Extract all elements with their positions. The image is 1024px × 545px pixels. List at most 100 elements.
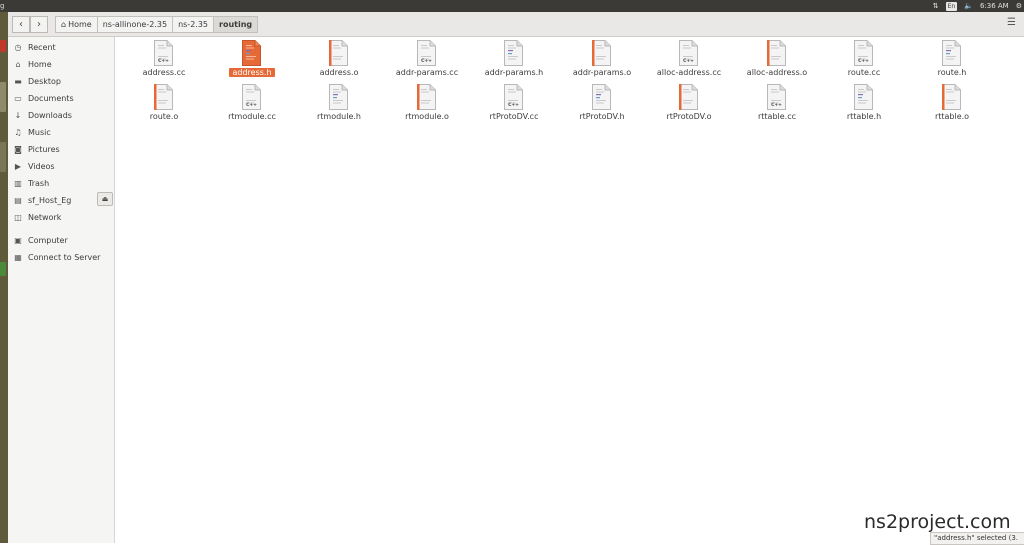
object-file-icon [767,40,786,66]
file-name: addr-params.h [470,68,558,78]
drive-icon: ▤ [14,195,22,205]
file-item[interactable]: addr-params.h [470,40,558,84]
file-name: route.o [120,112,208,122]
file-item[interactable]: C++ address.cc [120,40,208,84]
breadcrumb: ⌂ Home ns-allinone-2.35 ns-2.35 routing [55,16,259,33]
sidebar-item-videos[interactable]: ▶ Videos [8,158,114,174]
file-item[interactable]: rtmodule.o [383,84,471,128]
file-name: rtmodule.cc [208,112,296,122]
file-name-text: rttable.o [934,112,970,121]
back-button[interactable]: ‹ [12,16,30,33]
sidebar-item-desktop[interactable]: ▬ Desktop [8,73,114,89]
sidebar-item-downloads[interactable]: ↓ Downloads [8,107,114,123]
launcher-app-icon[interactable] [0,82,6,112]
object-file-icon [942,84,961,110]
breadcrumb-ns-2-35[interactable]: ns-2.35 [172,16,214,33]
computer-icon: ▣ [14,235,22,245]
header-bar: ‹ › ⌂ Home ns-allinone-2.35 ns-2.35 routi… [8,12,1024,37]
file-item[interactable]: C++ rtProtoDV.cc [470,84,558,128]
file-name-text: alloc-address.o [746,68,808,77]
file-name: rttable.h [820,112,908,122]
breadcrumb-ns-allinone[interactable]: ns-allinone-2.35 [96,16,174,33]
file-name-text: rtmodule.cc [228,112,276,121]
launcher-app-icon[interactable] [0,262,6,276]
sidebar-item-connect-to-server[interactable]: ▦ Connect to Server [8,249,114,265]
eject-button[interactable]: ⏏ [97,192,113,206]
hamburger-menu-icon[interactable]: ☰ [1007,18,1016,28]
file-item[interactable]: C++ addr-params.cc [383,40,471,84]
svg-text:C++: C++ [858,58,869,64]
file-item[interactable]: rttable.h [820,84,908,128]
file-item[interactable]: route.h [908,40,996,84]
sidebar-item-label: Recent [28,42,56,52]
svg-text:C++: C++ [246,102,257,108]
sidebar-item-trash[interactable]: ▥ Trash [8,175,114,191]
sidebar-item-documents[interactable]: ▭ Documents [8,90,114,106]
file-item[interactable]: addr-params.o [558,40,646,84]
settings-gear-icon[interactable]: ⚙ [1016,2,1022,10]
forward-button[interactable]: › [30,16,48,33]
input-language-indicator[interactable]: En [945,1,958,11]
sidebar-item-network[interactable]: ◫ Network [8,209,114,225]
file-item[interactable]: address.o [295,40,383,84]
breadcrumb-home[interactable]: ⌂ Home [55,16,98,33]
header-file-icon [242,40,261,66]
breadcrumb-routing[interactable]: routing [213,16,259,33]
file-name: route.cc [820,68,908,78]
sidebar-item-music[interactable]: ♫ Music [8,124,114,140]
file-item[interactable]: route.o [120,84,208,128]
chevron-right-icon: › [37,19,41,30]
file-name-text: route.h [937,68,967,77]
file-item[interactable]: address.h [208,40,296,84]
sidebar-item-pictures[interactable]: ◙ Pictures [8,141,114,157]
file-name: alloc-address.o [733,68,821,78]
clock-icon: ◷ [14,42,22,52]
top-panel: g ⇅ En 🔈 6:36 AM ⚙ [0,0,1024,12]
document-icon: ▭ [14,93,22,103]
svg-text:C++: C++ [683,58,694,64]
file-name-text: addr-params.cc [395,68,459,77]
network-transfer-icon[interactable]: ⇅ [933,2,939,10]
cpp-file-icon: C++ [417,40,436,66]
svg-text:C++: C++ [771,102,782,108]
launcher [0,12,8,543]
object-file-icon [417,84,436,110]
sidebar-item-label: Desktop [28,76,61,86]
object-file-icon [154,84,173,110]
sidebar-item-label: Connect to Server [28,252,101,262]
sidebar-item-label: Downloads [28,110,72,120]
file-item[interactable]: C++ rttable.cc [733,84,821,128]
file-name-text: rtmodule.h [316,112,362,121]
file-item[interactable]: C++ route.cc [820,40,908,84]
sidebar: ◷ Recent ⌂ Home ▬ Desktop ▭ Documents ↓ Downl… [8,37,115,543]
file-item[interactable]: C++ alloc-address.cc [645,40,733,84]
file-item[interactable]: rtmodule.h [295,84,383,128]
sidebar-item-recent[interactable]: ◷ Recent [8,39,114,55]
file-item[interactable]: alloc-address.o [733,40,821,84]
volume-icon[interactable]: 🔈 [964,2,973,10]
sidebar-item-computer[interactable]: ▣ Computer [8,232,114,248]
breadcrumb-label: Home [68,20,92,29]
file-item[interactable]: rttable.o [908,84,996,128]
sidebar-item-label: Network [28,212,62,222]
cpp-file-icon: C++ [767,84,786,110]
file-name-text: rtProtoDV.cc [489,112,539,121]
file-name-text: address.o [319,68,359,77]
file-name-text: address.cc [142,68,186,77]
cpp-file-icon: C++ [242,84,261,110]
cpp-file-icon: C++ [679,40,698,66]
header-file-icon [854,84,873,110]
file-item[interactable]: rtProtoDV.h [558,84,646,128]
clock[interactable]: 6:36 AM [980,2,1009,10]
file-item[interactable]: rtProtoDV.o [645,84,733,128]
system-tray: ⇅ En 🔈 6:36 AM ⚙ [933,0,1024,12]
launcher-app-icon[interactable] [0,142,6,172]
home-icon: ⌂ [61,20,67,29]
sidebar-item-label: Pictures [28,144,60,154]
network-icon: ◫ [14,212,22,222]
music-icon: ♫ [14,127,22,137]
launcher-app-icon[interactable] [0,40,6,52]
file-name: address.o [295,68,383,78]
sidebar-item-home[interactable]: ⌂ Home [8,56,114,72]
file-item[interactable]: C++ rtmodule.cc [208,84,296,128]
